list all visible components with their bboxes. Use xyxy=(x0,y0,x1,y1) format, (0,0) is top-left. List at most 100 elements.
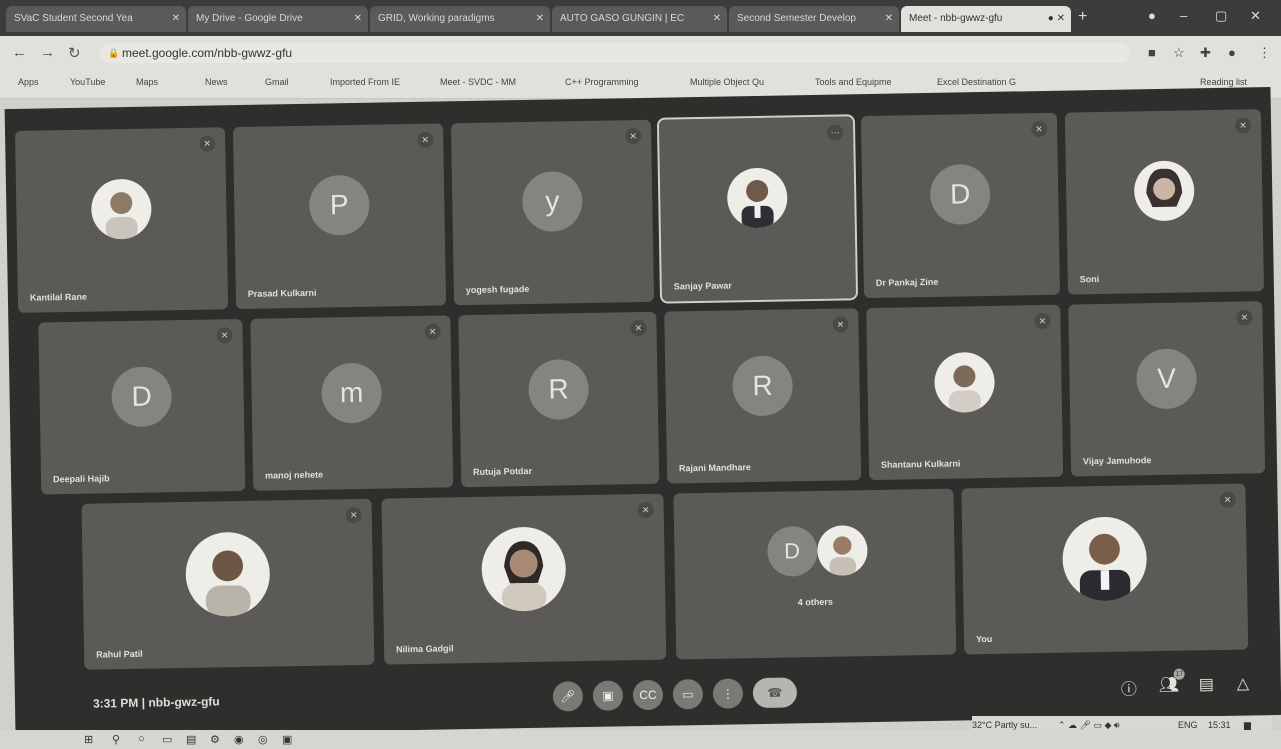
forward-icon[interactable]: → xyxy=(40,44,55,61)
participant-tile[interactable]: ✕ Rahul Patil xyxy=(81,498,375,670)
microphone-button[interactable]: 🎤︎ xyxy=(552,681,584,712)
tab-title: Meet - nbb-gwwz-gfu xyxy=(909,13,1003,24)
chrome-icon[interactable]: ◉ xyxy=(234,733,244,746)
participant-tile[interactable]: y ✕ yogesh fugade xyxy=(450,119,655,306)
camera-button[interactable]: ▣ xyxy=(592,680,624,711)
participant-name: manoj nehete xyxy=(264,469,324,481)
explorer-icon[interactable]: ▤ xyxy=(186,733,196,746)
mic-muted-icon: ✕ xyxy=(832,316,849,333)
participant-tile[interactable]: R ✕ Rutuja Potdar xyxy=(458,311,660,488)
participant-name: Nilima Gadgil xyxy=(396,643,454,655)
bookmark-item[interactable]: Apps xyxy=(18,77,39,87)
bookmark-item[interactable]: YouTube xyxy=(70,77,105,87)
tray-clock[interactable]: 15:31 xyxy=(1208,720,1231,730)
mic-muted-icon: ✕ xyxy=(1234,117,1252,134)
participant-tile-speaking[interactable]: ⋯ Sanjay Pawar xyxy=(656,114,859,304)
meeting-info: 3:31 PM | nbb-gwz-gfu xyxy=(92,694,220,711)
mic-muted-icon: ✕ xyxy=(424,323,441,340)
participant-tile[interactable]: ✕ Kantilal Rane xyxy=(14,127,229,313)
menu-icon[interactable]: ⋮ xyxy=(1258,45,1271,61)
mic-muted-icon: ✕ xyxy=(625,127,642,145)
leave-call-button[interactable]: ☎ xyxy=(752,677,798,709)
bookmark-item[interactable]: C++ Programming xyxy=(565,77,639,87)
chat-icon[interactable]: ▤ xyxy=(1199,674,1214,694)
participant-tile[interactable]: D ✕ Deepali Hajib xyxy=(38,318,246,495)
more-options-button[interactable]: ⋮ xyxy=(712,678,744,709)
bookmark-item[interactable]: Multiple Object Qu xyxy=(690,77,764,87)
participant-tile[interactable]: D ✕ Dr Pankaj Zine xyxy=(860,112,1061,299)
more-options-icon[interactable]: ⋯ xyxy=(827,124,844,141)
browser-tab[interactable]: Second Semester Develop ✕ xyxy=(729,6,899,32)
lock-icon: 🔒 xyxy=(108,48,120,58)
browser-tab[interactable]: GRID, Working paradigms ✕ xyxy=(370,6,550,32)
task-view-icon[interactable]: ▭ xyxy=(162,733,172,746)
maximize-icon[interactable]: ▢ xyxy=(1215,8,1227,24)
participant-tile[interactable]: ✕ Shantanu Kulkarni xyxy=(866,304,1064,481)
browser-tab[interactable]: AUTO GASO GUNGIN | EC ✕ xyxy=(552,6,727,32)
participant-tile[interactable]: ✕ Nilima Gadgil xyxy=(381,493,667,665)
browser-tab-active[interactable]: Meet - nbb-gwwz-gfu ● ✕ xyxy=(901,6,1071,32)
edge-icon[interactable]: ◎ xyxy=(258,733,268,746)
meet-window: ✕ Kantilal Rane P ✕ Prasad Kulkarni y ✕ … xyxy=(4,87,1281,737)
weather-widget[interactable]: 32°C Partly su... xyxy=(972,720,1037,730)
meeting-code: nbb-gwz-gfu xyxy=(148,694,220,710)
browser-tab-bar: SVaC Student Second Yea ✕ My Drive - Goog… xyxy=(0,0,1281,36)
cortana-icon[interactable]: ○ xyxy=(138,733,145,745)
bookmark-item[interactable]: Meet - SVDC - MM xyxy=(440,77,516,87)
people-icon[interactable]: 👥︎ 17 xyxy=(1159,668,1186,695)
participant-avatar: D xyxy=(111,365,173,427)
search-icon[interactable]: ⚲ xyxy=(112,733,120,746)
participant-tile[interactable]: R ✕ Rajani Mandhare xyxy=(664,308,862,484)
captions-button[interactable]: CC xyxy=(632,679,664,711)
browser-tab[interactable]: SVaC Student Second Yea ✕ xyxy=(6,6,186,32)
address-bar[interactable]: 🔒 meet.google.com/nbb-gwwz-gfu xyxy=(100,43,1130,63)
star-icon[interactable]: ☆ xyxy=(1173,45,1185,61)
present-button[interactable]: ▭ xyxy=(672,678,704,710)
extensions-icon[interactable]: ✚ xyxy=(1200,45,1211,61)
bookmark-item[interactable]: Gmail xyxy=(265,77,289,87)
mic-muted-icon: ✕ xyxy=(216,327,233,344)
close-tab-icon[interactable]: ● ✕ xyxy=(1048,6,1065,32)
close-tab-icon[interactable]: ✕ xyxy=(354,6,362,32)
activities-icon[interactable]: △ xyxy=(1237,673,1250,693)
mic-muted-icon: ✕ xyxy=(1034,312,1051,330)
minimize-icon[interactable]: – xyxy=(1180,8,1187,23)
url-text: meet.google.com/nbb-gwwz-gfu xyxy=(122,46,293,60)
app-icon[interactable]: ▣ xyxy=(282,733,292,746)
tab-title: SVaC Student Second Yea xyxy=(14,13,133,24)
account-icon[interactable]: ● xyxy=(1148,8,1156,23)
close-tab-icon[interactable]: ✕ xyxy=(713,6,721,32)
participant-name: Rutuja Potdar xyxy=(472,465,533,477)
close-tab-icon[interactable]: ✕ xyxy=(885,6,893,32)
close-tab-icon[interactable]: ✕ xyxy=(172,6,180,32)
participant-tile[interactable]: P ✕ Prasad Kulkarni xyxy=(232,123,447,310)
browser-tab[interactable]: My Drive - Google Drive ✕ xyxy=(188,6,368,32)
participant-tile[interactable]: V ✕ Vijay Jamuhode xyxy=(1068,301,1266,477)
bookmark-item[interactable]: News xyxy=(205,77,228,87)
participant-tile-self[interactable]: ✕ You xyxy=(961,483,1249,655)
close-tab-icon[interactable]: ✕ xyxy=(536,6,544,32)
participant-tile-others[interactable]: D 4 others xyxy=(673,488,957,660)
bookmark-item[interactable]: Maps xyxy=(136,77,158,87)
new-tab-icon[interactable]: + xyxy=(1078,8,1087,26)
close-window-icon[interactable]: ✕ xyxy=(1250,8,1261,24)
windows-taskbar: ⊞ ⚲ ○ ▭ ▤ ⚙ ◉ ◎ ▣ xyxy=(0,730,1281,749)
participant-name: Deepali Hajib xyxy=(52,473,110,485)
language-indicator[interactable]: ENG xyxy=(1178,720,1198,730)
reload-icon[interactable]: ↻ xyxy=(68,44,81,62)
back-icon[interactable]: ← xyxy=(12,44,27,61)
participant-tile[interactable]: ✕ Soni xyxy=(1064,109,1264,295)
bookmark-item[interactable]: Imported From IE xyxy=(330,77,400,87)
profile-icon[interactable]: ● xyxy=(1228,45,1236,60)
participant-tile[interactable]: m ✕ manoj nehete xyxy=(250,315,454,491)
participant-avatar: V xyxy=(1135,348,1198,410)
bookmark-item[interactable]: Excel Destination G xyxy=(937,77,1016,87)
meeting-details-icon[interactable]: ⓘ xyxy=(1121,675,1137,699)
settings-icon[interactable]: ⚙ xyxy=(210,733,220,746)
bookmark-item[interactable]: Tools and Equipme xyxy=(815,77,892,87)
mic-muted-icon: ✕ xyxy=(1236,309,1253,326)
bookmark-item[interactable]: Reading list xyxy=(1200,77,1247,87)
people-count-badge: 17 xyxy=(1173,668,1186,680)
camera-icon[interactable]: ■ xyxy=(1148,45,1156,60)
start-icon[interactable]: ⊞ xyxy=(84,733,93,746)
